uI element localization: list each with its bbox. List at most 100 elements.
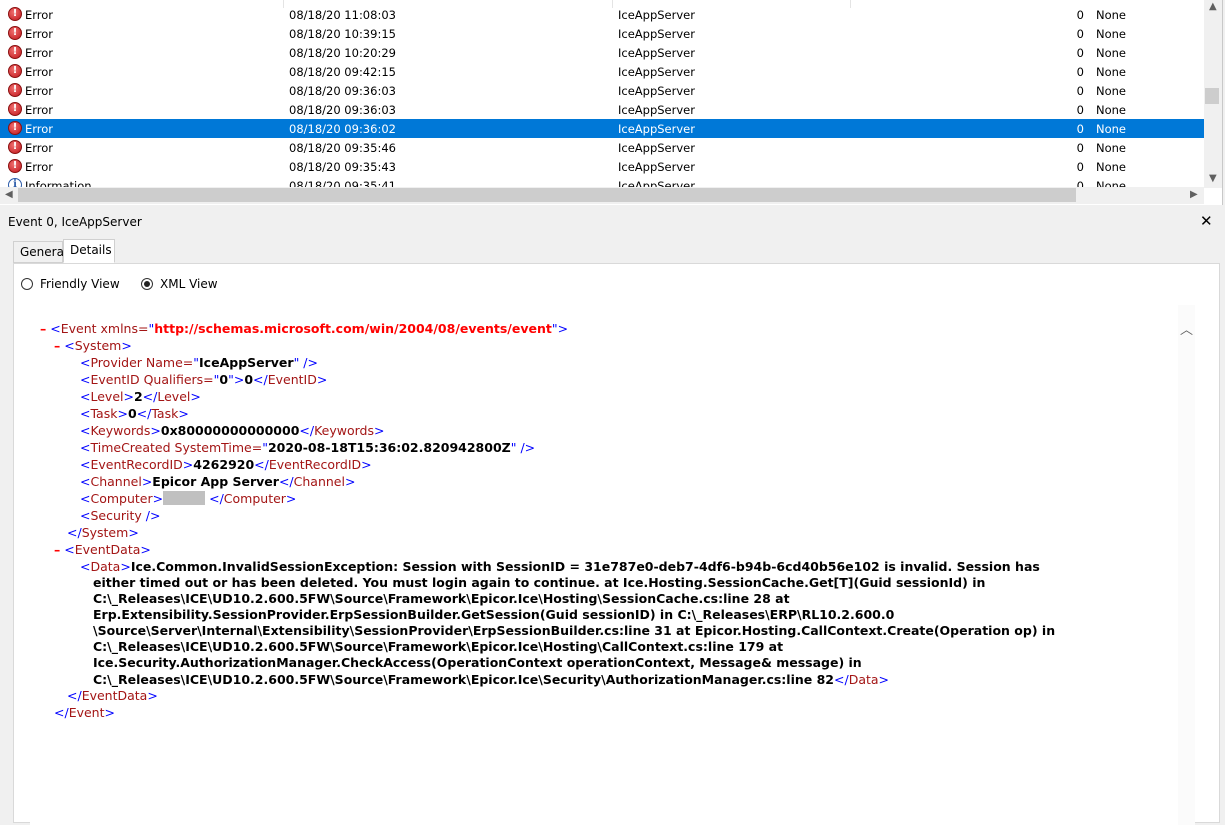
task-category-cell: None xyxy=(1096,160,1127,174)
table-row[interactable]: ! Error 08/18/20 11:08:03 IceAppServer 0 None xyxy=(0,5,1204,24)
error-icon: ! xyxy=(8,7,22,21)
error-icon: ! xyxy=(8,102,22,116)
level-cell: Error xyxy=(25,122,54,136)
table-row[interactable]: ! Error 08/18/20 10:20:29 IceAppServer 0 None xyxy=(0,43,1204,62)
event-id-cell: 0 xyxy=(1076,8,1084,22)
level-cell: Error xyxy=(25,160,54,174)
scroll-down-icon[interactable]: ▼ xyxy=(1209,173,1217,184)
xml-view-label: XML View xyxy=(160,277,218,291)
chevron-up-icon[interactable]: ︿ xyxy=(1180,319,1193,338)
level-cell: Error xyxy=(25,46,54,60)
source-cell: IceAppServer xyxy=(618,122,695,136)
event-id-cell: 0 xyxy=(1076,141,1084,155)
level-cell: Error xyxy=(25,65,54,79)
source-cell: IceAppServer xyxy=(618,84,695,98)
xml-data-line-6: C:\_Releases\ICE\UD10.2.600.5FW\Source\F… xyxy=(93,639,784,654)
list-vertical-scroll-thumb[interactable] xyxy=(1205,88,1219,104)
task-category-cell: None xyxy=(1096,84,1127,98)
table-row[interactable]: ! Error 08/18/20 10:39:15 IceAppServer 0 None xyxy=(0,24,1204,43)
radio-dot-selected[interactable] xyxy=(141,278,153,290)
event-id-cell: 0 xyxy=(1076,160,1084,174)
xml-system-close: </System> xyxy=(67,525,139,540)
list-horizontal-scroll-thumb[interactable] xyxy=(18,188,1076,202)
collapse-toggle[interactable]: – xyxy=(54,542,60,557)
table-row[interactable]: ! Error 08/18/20 09:36:03 IceAppServer 0 None xyxy=(0,81,1204,100)
xml-event-open: – <Event xmlns="http://schemas.microsoft… xyxy=(40,321,569,336)
tab-general[interactable]: General xyxy=(13,241,67,263)
collapse-toggle[interactable]: – xyxy=(40,321,46,336)
date-cell: 08/18/20 09:36:02 xyxy=(289,122,396,136)
xml-system-open: – <System> xyxy=(54,338,132,353)
date-cell: 08/18/20 11:08:03 xyxy=(289,8,396,22)
collapse-toggle[interactable]: – xyxy=(54,338,60,353)
event-id-cell: 0 xyxy=(1076,46,1084,60)
xml-data-line-1: <Data>Ice.Common.InvalidSessionException… xyxy=(80,559,1040,574)
xml-timecreated: <TimeCreated SystemTime="2020-08-18T15:3… xyxy=(80,440,536,455)
xml-eventrecordid: <EventRecordID>4262920</EventRecordID> xyxy=(80,457,372,472)
xml-task: <Task>0</Task> xyxy=(80,406,189,421)
date-cell: 08/18/20 10:39:15 xyxy=(289,27,396,41)
xml-level: <Level>2</Level> xyxy=(80,389,201,404)
level-cell: Error xyxy=(25,84,54,98)
radio-dot[interactable] xyxy=(21,278,33,290)
xml-event-close: </Event> xyxy=(54,705,115,720)
date-cell: 08/18/20 10:20:29 xyxy=(289,46,396,60)
table-row[interactable]: ! Error 08/18/20 09:36:03 IceAppServer 0 None xyxy=(0,100,1204,119)
xml-data-line-5: \Source\Server\Internal\Extensibility\Se… xyxy=(93,623,1056,638)
date-cell: 08/18/20 09:36:03 xyxy=(289,103,396,117)
xml-eventdata-open: – <EventData> xyxy=(54,542,151,557)
error-icon: ! xyxy=(8,159,22,173)
close-icon[interactable]: ✕ xyxy=(1200,212,1213,230)
task-category-cell: None xyxy=(1096,27,1127,41)
table-row[interactable]: ! Error 08/18/20 09:35:46 IceAppServer 0 None xyxy=(0,138,1204,157)
event-list[interactable]: ! Error 08/18/20 11:08:03 IceAppServer 0 None… xyxy=(0,0,1223,205)
level-cell: Error xyxy=(25,141,54,155)
detail-pane-title: Event 0, IceAppServer xyxy=(8,215,142,229)
scroll-right-icon[interactable]: ▶ xyxy=(1190,189,1198,200)
xml-data-line-2: either timed out or has been deleted. Yo… xyxy=(93,575,986,590)
error-icon: ! xyxy=(8,83,22,97)
xml-vertical-scrollbar[interactable] xyxy=(1178,305,1195,825)
xml-eventdata-close: </EventData> xyxy=(67,688,158,703)
error-icon: ! xyxy=(8,45,22,59)
level-cell: Error xyxy=(25,8,54,22)
error-icon: ! xyxy=(8,64,22,78)
date-cell: 08/18/20 09:35:43 xyxy=(289,160,396,174)
error-icon: ! xyxy=(8,26,22,40)
xml-data-line-4: Erp.Extensibility.SessionProvider.ErpSes… xyxy=(93,607,895,622)
task-category-cell: None xyxy=(1096,103,1127,117)
source-cell: IceAppServer xyxy=(618,141,695,155)
level-cell: Error xyxy=(25,103,54,117)
task-category-cell: None xyxy=(1096,141,1127,155)
xml-keywords: <Keywords>0x80000000000000</Keywords> xyxy=(80,423,385,438)
table-row[interactable]: ! Error 08/18/20 09:42:15 IceAppServer 0 None xyxy=(0,62,1204,81)
xml-eventid: <EventID Qualifiers="0">0</EventID> xyxy=(80,372,328,387)
scroll-left-icon[interactable]: ◀ xyxy=(5,189,13,200)
error-icon: ! xyxy=(8,140,22,154)
task-category-cell: None xyxy=(1096,122,1127,136)
date-cell: 08/18/20 09:35:46 xyxy=(289,141,396,155)
event-id-cell: 0 xyxy=(1076,65,1084,79)
source-cell: IceAppServer xyxy=(618,103,695,117)
source-cell: IceAppServer xyxy=(618,65,695,79)
date-cell: 08/18/20 09:42:15 xyxy=(289,65,396,79)
date-cell: 08/18/20 09:36:03 xyxy=(289,84,396,98)
xml-data-line-3: C:\_Releases\ICE\UD10.2.600.5FW\Source\F… xyxy=(93,591,790,606)
task-category-cell: None xyxy=(1096,65,1127,79)
event-id-cell: 0 xyxy=(1076,122,1084,136)
table-row[interactable]: ! Error 08/18/20 09:36:02 IceAppServer 0 None xyxy=(0,119,1204,138)
scroll-up-icon[interactable]: ▲ xyxy=(1209,1,1217,12)
task-category-cell: None xyxy=(1096,8,1127,22)
event-id-cell: 0 xyxy=(1076,103,1084,117)
xml-provider: <Provider Name="IceAppServer" /> xyxy=(80,355,318,370)
source-cell: IceAppServer xyxy=(618,27,695,41)
error-icon: ! xyxy=(8,121,22,135)
level-cell: Error xyxy=(25,27,54,41)
source-cell: IceAppServer xyxy=(618,160,695,174)
tab-details[interactable]: Details xyxy=(63,239,115,263)
xml-data-line-7: Ice.Security.AuthorizationManager.CheckA… xyxy=(93,655,862,670)
source-cell: IceAppServer xyxy=(618,8,695,22)
event-id-cell: 0 xyxy=(1076,84,1084,98)
event-id-cell: 0 xyxy=(1076,27,1084,41)
table-row[interactable]: ! Error 08/18/20 09:35:43 IceAppServer 0 None xyxy=(0,157,1204,176)
